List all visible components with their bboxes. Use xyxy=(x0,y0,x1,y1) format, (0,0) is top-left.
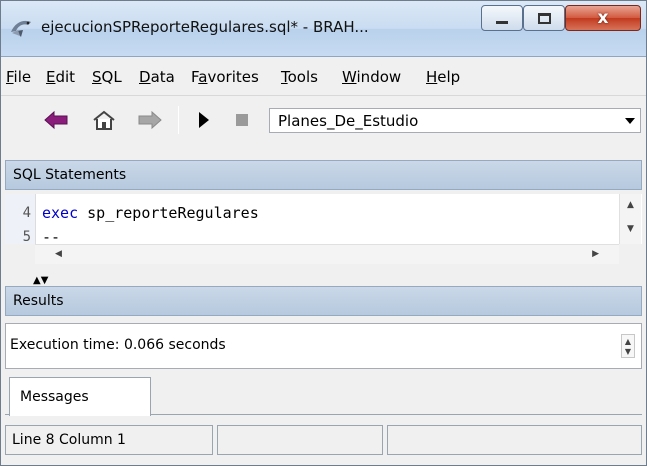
results-header: Results xyxy=(5,286,642,316)
scroll-right-icon[interactable]: ▶ xyxy=(592,249,599,259)
tab-messages-label: Messages xyxy=(20,389,89,405)
minimize-button[interactable] xyxy=(481,5,523,31)
line-number: 4 xyxy=(22,205,31,221)
code-line: -- xyxy=(42,228,61,244)
results-output[interactable]: Execution time: 0.066 seconds ▲ ▼ xyxy=(5,323,642,369)
forward-arrow-icon xyxy=(138,110,162,130)
results-tab-strip: Messages xyxy=(5,377,642,416)
splitter-icon: ▲▼ xyxy=(33,275,49,286)
play-icon xyxy=(199,112,209,128)
close-button[interactable]: x xyxy=(565,5,641,31)
menu-tools[interactable]: Tools xyxy=(281,68,318,86)
scroll-down-icon[interactable]: ▼ xyxy=(620,224,641,234)
menu-edit[interactable]: Edit xyxy=(46,68,75,86)
panel-splitter[interactable]: ▲▼ xyxy=(33,276,48,286)
status-panel-2 xyxy=(217,425,383,455)
menu-bar: File Edit SQL Data Favorites Tools Windo… xyxy=(1,58,646,96)
toolbar-separator xyxy=(178,106,179,134)
dolphin-app-icon xyxy=(11,20,31,37)
close-icon: x xyxy=(597,8,609,28)
menu-help[interactable]: Help xyxy=(426,68,460,86)
window-title: ejecucionSPReporteRegulares.sql* - BRAH.… xyxy=(41,18,369,36)
stop-icon xyxy=(236,114,248,126)
editor-horizontal-scrollbar[interactable]: ◀ ▶ xyxy=(35,244,619,264)
minimize-icon xyxy=(496,20,508,24)
maximize-button[interactable] xyxy=(523,5,565,31)
chevron-down-icon[interactable] xyxy=(622,112,638,130)
menu-window[interactable]: Window xyxy=(342,68,401,86)
status-cursor-position: Line 8 Column 1 xyxy=(5,425,213,455)
execution-time-message: Execution time: 0.066 seconds xyxy=(10,337,226,353)
back-arrow-icon xyxy=(44,110,68,130)
forward-button[interactable] xyxy=(137,108,163,132)
results-title: Results xyxy=(13,293,64,309)
sql-keyword: exec xyxy=(42,204,79,222)
tab-messages[interactable]: Messages xyxy=(9,377,151,416)
maximize-icon xyxy=(537,12,551,24)
sql-statements-title: SQL Statements xyxy=(13,167,127,183)
home-button[interactable] xyxy=(91,108,117,132)
menu-sql[interactable]: SQL xyxy=(92,68,122,86)
execute-button[interactable] xyxy=(191,108,217,132)
status-bar: Line 8 Column 1 xyxy=(1,421,646,465)
home-icon xyxy=(93,110,115,130)
app-window: ejecucionSPReporteRegulares.sql* - BRAH.… xyxy=(0,0,647,466)
status-panel-3 xyxy=(387,425,642,455)
stop-button[interactable] xyxy=(229,108,255,132)
sql-editor[interactable]: exec sp_reporteRegulares -- xyxy=(35,194,642,244)
database-select-value: Planes_De_Estudio xyxy=(278,112,419,130)
menu-data[interactable]: Data xyxy=(139,68,175,86)
scroll-up-icon[interactable]: ▲ xyxy=(622,337,634,346)
database-select[interactable]: Planes_De_Estudio xyxy=(269,108,641,133)
scroll-up-icon[interactable]: ▲ xyxy=(620,200,641,210)
line-number: 5 xyxy=(22,229,31,245)
editor-vertical-scrollbar[interactable]: ▲ ▼ xyxy=(619,194,641,244)
line-number-gutter: 4 5 xyxy=(5,194,35,245)
scroll-down-icon[interactable]: ▼ xyxy=(622,347,634,356)
code-line: exec sp_reporteRegulares xyxy=(42,204,259,222)
toolbar: Planes_De_Estudio xyxy=(1,97,646,143)
menu-file[interactable]: File xyxy=(6,68,31,86)
title-bar[interactable]: ejecucionSPReporteRegulares.sql* - BRAH.… xyxy=(1,1,646,57)
sql-statements-header: SQL Statements xyxy=(5,160,642,190)
menu-favorites[interactable]: Favorites xyxy=(191,68,259,86)
results-scrollbar[interactable]: ▲ ▼ xyxy=(621,334,635,358)
back-button[interactable] xyxy=(43,108,69,132)
scroll-left-icon[interactable]: ◀ xyxy=(55,249,62,259)
